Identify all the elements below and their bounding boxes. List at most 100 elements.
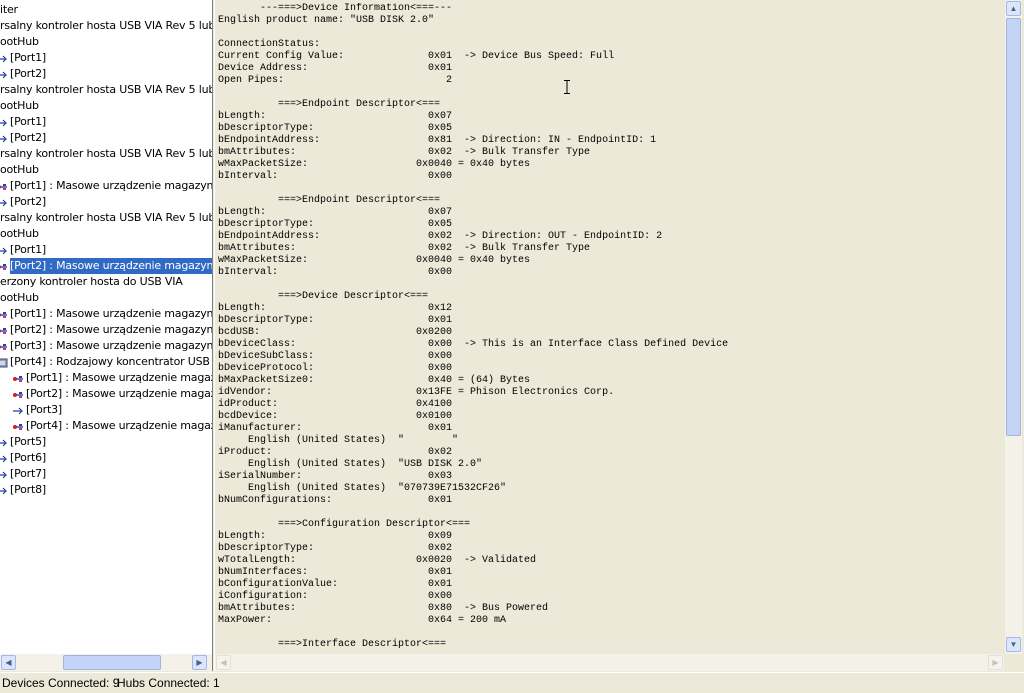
detail-line: bcdDevice: 0x0100: [218, 411, 453, 422]
scroll-left-icon[interactable]: ◀: [1, 655, 16, 670]
details-pane: ---===>Device Information<===--- English …: [214, 0, 1023, 671]
usb-port-icon: [0, 437, 8, 447]
detail-line: bmAttributes: 0x80 -> Bus Powered: [218, 603, 549, 614]
tree-item-label: ootHub: [0, 99, 39, 112]
device-details-text[interactable]: ---===>Device Information<===--- English …: [218, 3, 1003, 654]
usb-port-icon: [0, 133, 8, 143]
detail-line: bLength: 0x07: [218, 111, 453, 122]
scroll-thumb[interactable]: [1006, 18, 1021, 436]
tree-item-label: [Port5]: [10, 435, 46, 448]
detail-line: idVendor: 0x13FE = Phison Electronics Co…: [218, 387, 615, 398]
detail-line: ConnectionStatus:: [218, 39, 321, 50]
scroll-right-icon[interactable]: ▶: [988, 655, 1003, 670]
tree-item-label: [Port2] : Masowe urządzenie magazynują: [10, 323, 212, 336]
details-horizontal-scrollbar[interactable]: ◀ ▶: [215, 654, 1004, 671]
detail-line: bEndpointAddress: 0x02 -> Direction: OUT…: [218, 231, 663, 242]
detail-line: Current Config Value: 0x01 -> Device Bus…: [218, 51, 615, 62]
tree-item-label: rsalny kontroler hosta USB VIA Rev 5 lub…: [0, 83, 212, 96]
tree-item-label: [Port1] : Masowe urządzenie magazynują: [10, 307, 212, 320]
hubs-connected-label: Hubs Connected: 1: [117, 676, 220, 690]
detail-line: bmAttributes: 0x02 -> Bulk Transfer Type: [218, 147, 591, 158]
tree-item-label: [Port2]: [10, 195, 46, 208]
usb-port-icon: [0, 245, 8, 255]
tree-item-label: erzony kontroler hosta do USB VIA: [0, 275, 183, 288]
tree-item-label: [Port3]: [26, 403, 62, 416]
tree-item-label: iter: [0, 3, 18, 16]
scroll-left-icon[interactable]: ◀: [216, 655, 231, 670]
detail-line: bDeviceClass: 0x00 -> This is an Interfa…: [218, 339, 729, 350]
tree-item-label: [Port8]: [10, 483, 46, 496]
usb-device-icon: [12, 421, 24, 431]
tree-horizontal-scrollbar[interactable]: ◀ ▶: [0, 654, 212, 671]
tree-item-label: rsalny kontroler hosta USB VIA Rev 5 lub…: [0, 147, 212, 160]
tree-item-label: ootHub: [0, 227, 39, 240]
detail-line: bLength: 0x07: [218, 207, 453, 218]
tree-item-label: [Port2] : Masowe urządzenie magazy: [26, 387, 212, 400]
detail-line: bmAttributes: 0x02 -> Bulk Transfer Type: [218, 243, 591, 254]
detail-line: English (United States) "USB DISK 2.0": [218, 459, 483, 470]
detail-line: bNumInterfaces: 0x01: [218, 567, 453, 578]
device-tree[interactable]: iter rsalny kontroler hosta USB VIA Rev 5…: [0, 0, 212, 654]
detail-line: Open Pipes: 2: [218, 75, 453, 86]
detail-line: idProduct: 0x4100: [218, 399, 453, 410]
scroll-up-icon[interactable]: ▲: [1006, 1, 1021, 16]
detail-line: bInterval: 0x00: [218, 267, 453, 278]
detail-line: English (United States) " ": [218, 435, 459, 446]
detail-line: English (United States) "070739E71532CF2…: [218, 483, 507, 494]
detail-line: bNumConfigurations: 0x01: [218, 495, 453, 506]
scroll-thumb[interactable]: [63, 655, 161, 670]
detail-line: iConfiguration: 0x00: [218, 591, 453, 602]
usb-device-icon: [0, 261, 8, 271]
text-cursor-icon: [564, 80, 570, 94]
scroll-right-icon[interactable]: ▶: [192, 655, 207, 670]
detail-line: bDescriptorType: 0x05: [218, 123, 453, 134]
detail-line: bDeviceSubClass: 0x00: [218, 351, 453, 362]
detail-line: bLength: 0x12: [218, 303, 453, 314]
usb-port-icon: [12, 405, 24, 415]
details-vertical-scrollbar[interactable]: ▲ ▼: [1005, 0, 1022, 654]
tree-item-label: [Port2]: [10, 131, 46, 144]
tree-item-label: [Port1] : Masowe urządzenie magazynują: [10, 179, 212, 192]
detail-line: ===>Configuration Descriptor<===: [218, 519, 471, 530]
tree-item-label: [Port7]: [10, 467, 46, 480]
tree-item-label: [Port4] : Rodzajowy koncentrator USB: [10, 355, 210, 368]
tree-item-label: ootHub: [0, 163, 39, 176]
tree-item-label: rsalny kontroler hosta USB VIA Rev 5 lub…: [0, 211, 212, 224]
usb-device-icon: [0, 181, 8, 191]
detail-line: ===>Interface Descriptor<===: [218, 639, 447, 650]
detail-line: wTotalLength: 0x0020 -> Validated: [218, 555, 537, 566]
detail-line: bcdUSB: 0x0200: [218, 327, 453, 338]
detail-line: bMaxPacketSize0: 0x40 = (64) Bytes: [218, 375, 531, 386]
usb-device-icon: [0, 325, 8, 335]
usb-device-icon: [12, 373, 24, 383]
usb-port-icon: [0, 469, 8, 479]
scroll-down-icon[interactable]: ▼: [1006, 637, 1021, 652]
detail-line: bDeviceProtocol: 0x00: [218, 363, 453, 374]
tree-item-label: rsalny kontroler hosta USB VIA Rev 5 lub…: [0, 19, 212, 32]
detail-line: ===>Device Descriptor<===: [218, 291, 429, 302]
detail-line: bEndpointAddress: 0x81 -> Direction: IN …: [218, 135, 657, 146]
detail-line: wMaxPacketSize: 0x0040 = 0x40 bytes: [218, 159, 531, 170]
detail-line: ===>Endpoint Descriptor<===: [218, 195, 441, 206]
detail-line: bConfigurationValue: 0x01: [218, 579, 453, 590]
tree-item-label: [Port3] : Masowe urządzenie magazynują: [10, 339, 212, 352]
detail-line: English product name: "USB DISK 2.0": [218, 15, 435, 26]
usb-device-icon: [0, 341, 8, 351]
detail-line: bLength: 0x09: [218, 531, 453, 542]
tree-item-label: [Port1]: [10, 51, 46, 64]
usb-device-icon: [0, 309, 8, 319]
status-bar: Devices Connected: 9 Hubs Connected: 1: [0, 672, 1024, 693]
usb-device-icon: [12, 389, 24, 399]
detail-line: wMaxPacketSize: 0x0040 = 0x40 bytes: [218, 255, 531, 266]
detail-line: MaxPower: 0x64 = 200 mA: [218, 615, 507, 626]
tree-item-label: [Port4] : Masowe urządzenie magazy: [26, 419, 212, 432]
tree-item-label: [Port2] : Masowe urządzenie magazynują: [8, 257, 212, 275]
devices-connected-label: Devices Connected: 9: [2, 676, 120, 690]
detail-line: ===>Endpoint Descriptor<===: [218, 99, 441, 110]
usb-port-icon: [0, 485, 8, 495]
usb-port-icon: [0, 453, 8, 463]
detail-line: iProduct: 0x02: [218, 447, 453, 458]
tree-item-label: ootHub: [0, 35, 39, 48]
detail-line: bDescriptorType: 0x02: [218, 543, 453, 554]
tree-item-label: [Port2]: [10, 67, 46, 80]
